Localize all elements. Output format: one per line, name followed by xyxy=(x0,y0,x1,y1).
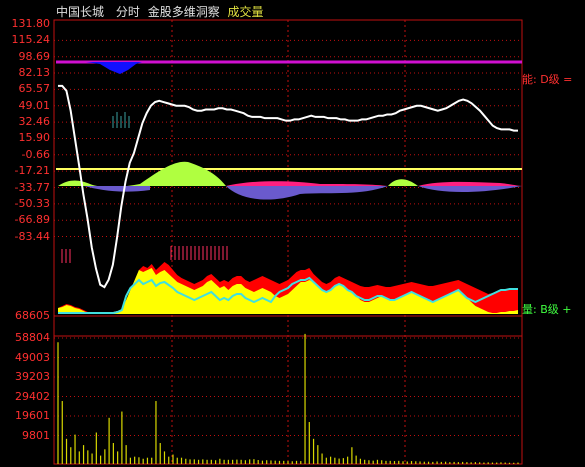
magenta-band-mid xyxy=(226,181,388,186)
price-axis-label: 65.57 xyxy=(18,82,51,96)
purple-band-left xyxy=(84,186,150,192)
stock-name: 中国长城 xyxy=(56,5,105,19)
volume-axis-label: 49003 xyxy=(15,350,50,364)
purple-band-right xyxy=(418,186,522,192)
energy-level-label: 能: D级 = xyxy=(522,73,573,86)
chart-canvas[interactable] xyxy=(0,0,585,467)
blue-dip-area xyxy=(86,62,142,74)
indicator-label: 金股多维洞察 xyxy=(147,5,220,19)
volume-axis-label: 58804 xyxy=(15,331,50,344)
price-axis-label: 98.69 xyxy=(18,49,51,63)
price-axis-label: 131.80 xyxy=(11,17,51,30)
price-axis-label: 32.46 xyxy=(18,115,51,129)
price-axis-label: -50.33 xyxy=(14,196,50,210)
price-axis-label: 49.01 xyxy=(18,98,51,112)
chart-window: 中国长城 分时 金股多维洞察 成交量 能: D级 = 量: B级 + 131.8… xyxy=(0,0,585,467)
price-axis-label: -66.89 xyxy=(14,213,50,227)
volume-axis-label: 19601 xyxy=(15,409,50,422)
price-axis-label: 15.90 xyxy=(18,131,51,145)
period-label: 分时 xyxy=(115,5,140,19)
price-axis-label: -17.21 xyxy=(14,164,50,178)
price-axis-label: 115.24 xyxy=(11,33,51,47)
price-axis-label: -83.44 xyxy=(14,229,50,243)
volume-axis-label: 68605 xyxy=(15,309,50,322)
price-axis-label: -33.77 xyxy=(14,180,50,194)
volume-label: 成交量 xyxy=(227,5,264,19)
volume-axis-label: 29402 xyxy=(15,389,50,403)
volume-axis-label: 9801 xyxy=(22,428,50,442)
volume-axis-label: 39203 xyxy=(15,370,50,383)
price-axis-label: 82.13 xyxy=(18,66,51,80)
volume-level-label: 量: B级 + xyxy=(522,303,572,316)
stock-title: 中国长城 分时 金股多维洞察 成交量 xyxy=(56,5,264,19)
lime-hump-area xyxy=(58,161,226,187)
price-axis-label: -0.66 xyxy=(21,147,50,161)
lime-small-hump xyxy=(388,179,418,186)
magenta-band-right xyxy=(418,181,522,186)
purple-band-mid xyxy=(226,186,388,200)
